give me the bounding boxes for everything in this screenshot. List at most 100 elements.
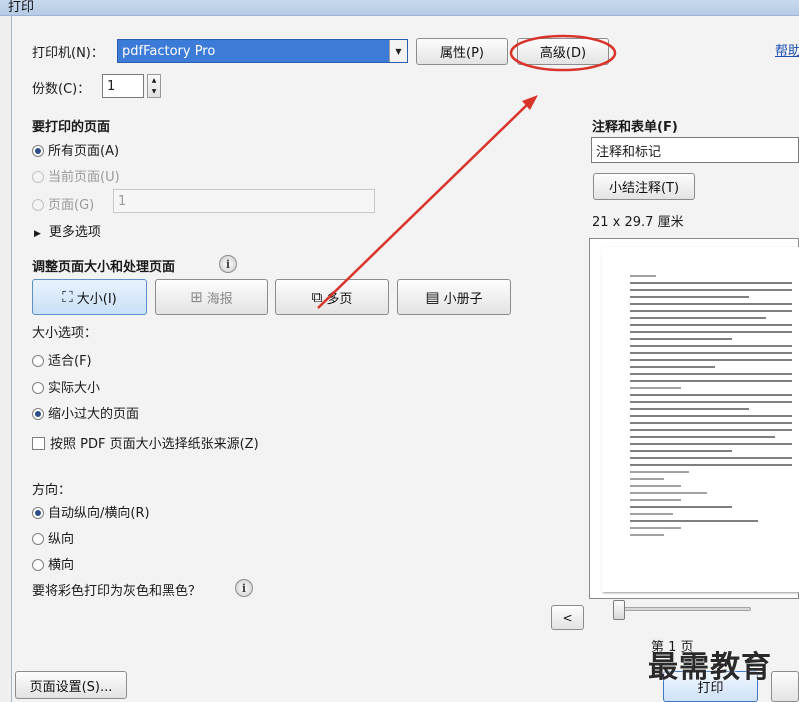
orientation-auto-label: 自动纵向/横向(R) (48, 506, 150, 521)
paper-source-label: 按照 PDF 页面大小选择纸张来源(Z) (50, 437, 259, 452)
copies-label: 份数(C)： (32, 82, 91, 97)
info-icon[interactable]: i (235, 579, 253, 597)
booklet-toggle-label: 小册子 (443, 291, 483, 307)
orientation-portrait-radio[interactable]: 纵向 (32, 528, 74, 547)
comments-forms-heading: 注释和表单(F) (592, 120, 678, 135)
pages-to-print-heading: 要打印的页面 (32, 120, 111, 135)
comments-forms-select[interactable]: 注释和标记 (591, 137, 799, 163)
preview-text-line (630, 394, 792, 396)
radio-icon[interactable] (32, 355, 44, 367)
radio-icon[interactable] (32, 171, 44, 183)
preview-text-line (630, 317, 766, 319)
radio-selected-icon[interactable] (32, 408, 44, 420)
orientation-portrait-label: 纵向 (48, 532, 75, 547)
preview-text-line (630, 513, 673, 515)
radio-icon[interactable] (32, 199, 44, 211)
preview-text-line (630, 289, 792, 291)
orientation-label: 方向： (32, 483, 72, 498)
printer-select[interactable]: pdfFactory Pro ▼ (117, 39, 408, 63)
radio-icon[interactable] (32, 382, 44, 394)
preview-text-line (630, 303, 792, 305)
zoom-slider-thumb[interactable] (613, 600, 625, 620)
radio-icon[interactable] (32, 533, 44, 545)
all-pages-radio[interactable]: 所有页面(A) (32, 140, 119, 159)
orientation-landscape-label: 横向 (48, 558, 75, 573)
triangle-right-icon[interactable]: ▶ (34, 229, 41, 239)
advanced-button[interactable]: 高级(D) (517, 38, 609, 65)
preview-text-line (630, 520, 758, 522)
copies-input[interactable]: 1 (102, 74, 144, 98)
help-link[interactable]: 帮助 (775, 40, 799, 59)
preview-text-line (630, 527, 681, 529)
fit-radio[interactable]: 适合(F) (32, 350, 92, 369)
pages-range-input[interactable]: 1 (113, 189, 375, 213)
summarize-comments-button[interactable]: 小结注释(T) (593, 173, 695, 200)
preview-text-line (630, 429, 792, 431)
window-title: 打印 (8, 0, 35, 15)
previous-page-button[interactable]: < (551, 605, 584, 630)
info-icon[interactable]: i (219, 255, 237, 273)
paper-size-label: 21 x 29.7 厘米 (592, 215, 684, 230)
orientation-landscape-radio[interactable]: 横向 (32, 554, 74, 573)
radio-icon[interactable] (32, 559, 44, 571)
poster-toggle-button[interactable]: ⊞ 海报 (155, 279, 268, 315)
resize-icon: ⛶ (62, 288, 73, 306)
preview-text-line (630, 443, 792, 445)
multiple-pages-toggle-label: 多页 (326, 291, 353, 307)
preview-text-line (630, 352, 792, 354)
current-page-label: 当前页面(U) (48, 170, 120, 185)
shrink-oversized-radio[interactable]: 缩小过大的页面 (32, 403, 139, 422)
preview-text-line (630, 282, 792, 284)
more-options-toggle[interactable]: ▶ 更多选项 (34, 221, 101, 240)
size-toggle-button[interactable]: ⛶ 大小(I) (32, 279, 147, 315)
printer-select-value: pdfFactory Pro (122, 43, 216, 59)
chevron-down-icon[interactable]: ▼ (389, 40, 407, 62)
more-options-label: 更多选项 (48, 225, 101, 240)
paper-source-checkbox[interactable]: 按照 PDF 页面大小选择纸张来源(Z) (32, 433, 259, 452)
preview-text-line (630, 408, 749, 410)
multiple-pages-icon: ⧉ (311, 288, 323, 306)
page-setup-button[interactable]: 页面设置(S)... (15, 671, 127, 699)
current-page-radio[interactable]: 当前页面(U) (32, 166, 120, 185)
preview-text-line (630, 387, 681, 389)
orientation-auto-radio[interactable]: 自动纵向/横向(R) (32, 502, 150, 521)
all-pages-label: 所有页面(A) (48, 144, 120, 159)
preview-text-line (630, 492, 707, 494)
watermark-logo: 最需教育 (648, 650, 772, 685)
zoom-slider-track[interactable] (615, 607, 751, 611)
grayscale-question: 要将彩色打印为灰色和黑色？ (32, 584, 202, 599)
preview-text-line (630, 506, 732, 508)
copies-value: 1 (107, 78, 116, 94)
preview-text-line (630, 359, 792, 361)
radio-selected-icon[interactable] (32, 145, 44, 157)
preview-text-line (630, 471, 689, 473)
stepper-down-icon[interactable]: ▼ (152, 88, 157, 95)
booklet-icon: ▤ (425, 288, 440, 306)
preview-text-line (630, 345, 792, 347)
printer-properties-button[interactable]: 属性(P) (416, 38, 508, 65)
checkbox-icon[interactable] (32, 437, 45, 450)
preview-text-line (630, 499, 681, 501)
preview-text-line (630, 373, 792, 375)
page-handling-heading: 调整页面大小和处理页面 (32, 260, 176, 275)
preview-text-line (630, 478, 664, 480)
cancel-button-partial[interactable] (771, 671, 799, 702)
preview-text-line (630, 324, 792, 326)
preview-text-line (630, 380, 792, 382)
preview-text-line (630, 331, 792, 333)
multiple-pages-toggle-button[interactable]: ⧉ 多页 (275, 279, 389, 315)
radio-selected-icon[interactable] (32, 507, 44, 519)
window-title-bar: 打印 (0, 0, 799, 16)
preview-text-line (630, 275, 656, 277)
pages-range-radio[interactable]: 页面(G) (32, 194, 94, 213)
poster-toggle-label: 海报 (206, 291, 233, 307)
preview-text-line (630, 296, 749, 298)
pages-range-value: 1 (118, 193, 127, 209)
stepper-up-icon[interactable]: ▲ (152, 77, 157, 84)
preview-text-line (630, 457, 792, 459)
preview-page (602, 247, 799, 592)
preview-text-line (630, 534, 664, 536)
copies-stepper[interactable]: ▲ ▼ (147, 74, 161, 98)
actual-size-radio[interactable]: 实际大小 (32, 377, 100, 396)
booklet-toggle-button[interactable]: ▤ 小册子 (397, 279, 511, 315)
